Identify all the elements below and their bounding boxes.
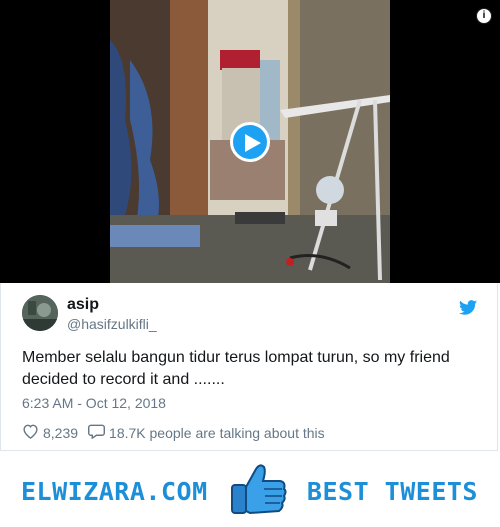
tweet-actions: 8,239 18.7K people are talking about thi… — [22, 423, 325, 442]
embedded-video[interactable]: i — [0, 0, 500, 283]
site-banner: ELWIZARA.COM BEST TWEETS — [0, 455, 500, 527]
play-icon — [245, 134, 261, 152]
tweet-timestamp[interactable]: 6:23 AM - Oct 12, 2018 — [22, 395, 166, 411]
talking-count[interactable]: 18.7K people are talking about this — [109, 425, 325, 441]
author-handle[interactable]: @hasifzulkifli_ — [67, 316, 157, 332]
banner-site-name[interactable]: ELWIZARA.COM — [21, 477, 208, 506]
avatar[interactable] — [22, 295, 58, 331]
tweet-text: Member selalu bangun tidur terus lompat … — [22, 349, 450, 388]
banner-tagline: BEST TWEETS — [306, 477, 478, 506]
tweet-card: asip @hasifzulkifli_ Member selalu bangu… — [0, 283, 498, 451]
avatar-image — [22, 295, 58, 331]
twitter-bird-icon[interactable] — [459, 300, 477, 320]
author-name[interactable]: asip — [67, 296, 99, 314]
play-button[interactable] — [230, 122, 270, 162]
comment-icon[interactable] — [88, 423, 106, 442]
heart-icon[interactable] — [22, 423, 39, 442]
info-icon[interactable]: i — [476, 8, 492, 24]
thumbs-up-icon — [228, 459, 290, 526]
like-count[interactable]: 8,239 — [43, 425, 78, 441]
